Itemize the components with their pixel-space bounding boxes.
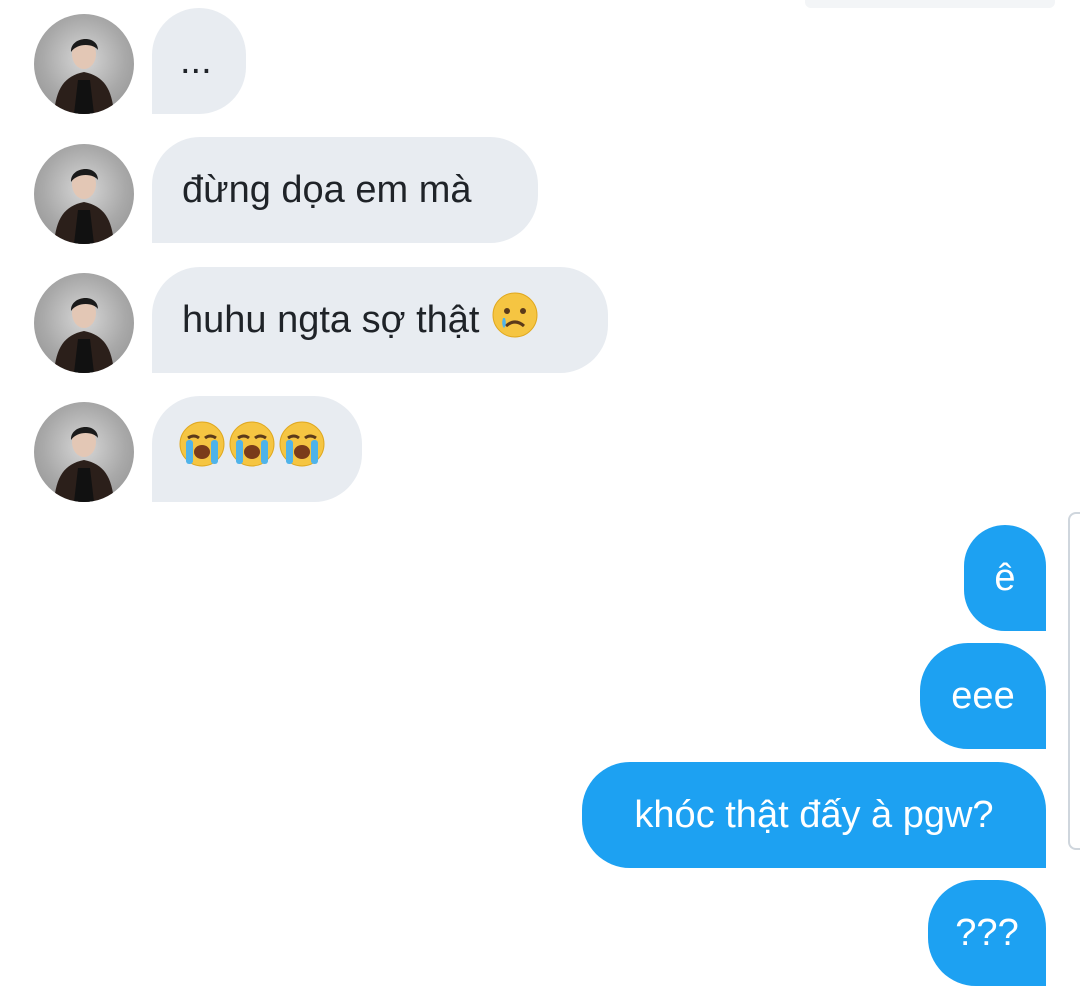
message-text: eee [951, 674, 1015, 717]
outgoing-message-bubble[interactable]: ??? [928, 880, 1046, 986]
avatar[interactable] [34, 144, 134, 244]
incoming-message-bubble[interactable] [152, 396, 362, 502]
loudly-crying-face-emoji [228, 420, 276, 478]
message-text: ê [994, 556, 1016, 599]
message-text: ??? [955, 911, 1019, 954]
message-text: ... [180, 39, 212, 82]
avatar[interactable] [34, 273, 134, 373]
avatar[interactable] [34, 14, 134, 114]
incoming-message-bubble[interactable]: huhu ngta sợ thật [152, 267, 608, 373]
message-text: đừng dọa em mà [182, 168, 472, 211]
incoming-message-bubble[interactable]: ... [152, 8, 246, 114]
outgoing-message-bubble[interactable]: ê [964, 525, 1046, 631]
incoming-message-bubble[interactable]: đừng dọa em mà [152, 137, 538, 243]
outgoing-message-bubble[interactable]: khóc thật đấy à pgw? [582, 762, 1046, 868]
message-text: huhu ngta sợ thật [182, 298, 480, 341]
scroll-handle[interactable] [1068, 512, 1080, 850]
contact-avatar-image [54, 168, 114, 244]
contact-avatar-image [54, 38, 114, 114]
contact-avatar-image [54, 297, 114, 373]
loudly-crying-face-emoji [178, 420, 226, 478]
contact-avatar-image [54, 426, 114, 502]
outgoing-message-bubble[interactable]: eee [920, 643, 1046, 749]
avatar[interactable] [34, 402, 134, 502]
message-text: khóc thật đấy à pgw? [634, 793, 994, 836]
top-strip-divider [805, 0, 1055, 8]
crying-face-emoji [491, 291, 539, 349]
loudly-crying-face-emoji [278, 420, 326, 478]
